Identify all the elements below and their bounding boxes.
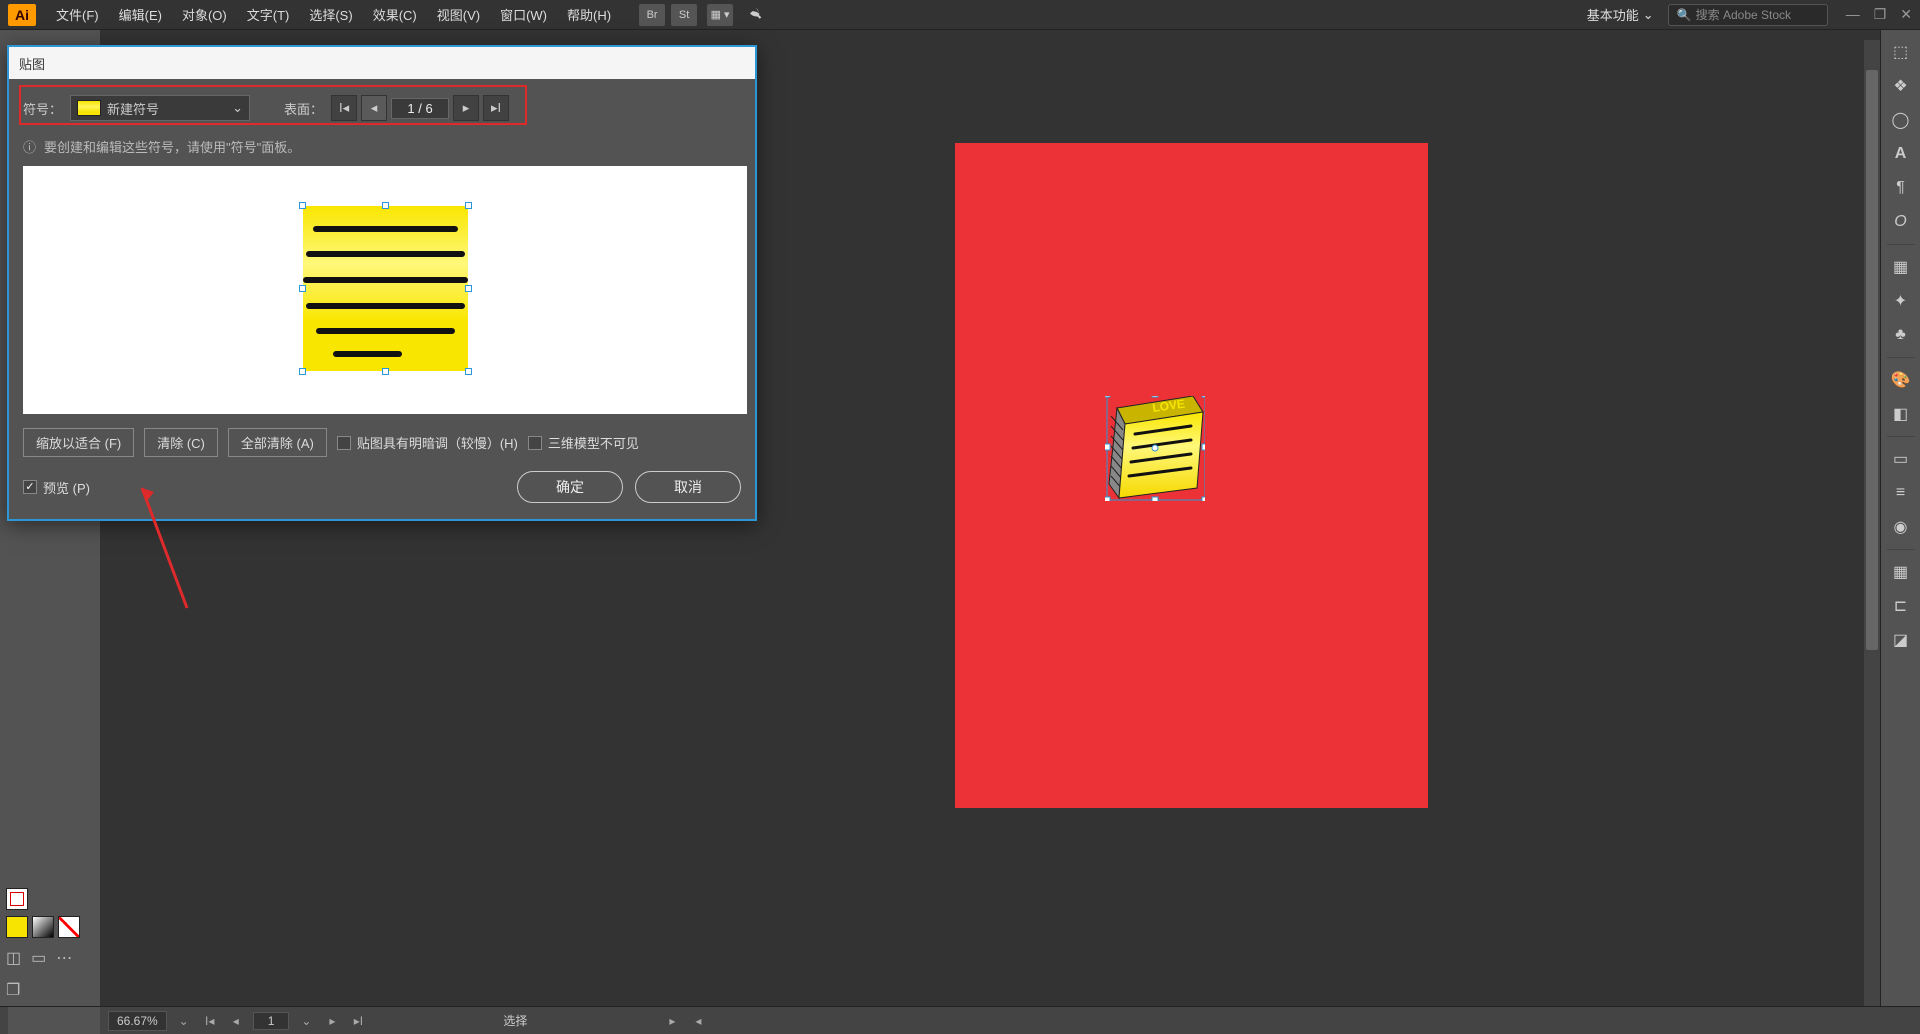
- right-panel-dock: ⬚ ❖ ◯ A ¶ O ▦ ✦ ♣ 🎨 ◧ ▭ ≡ ◉ ▦ ⊏ ◪: [1880, 30, 1920, 1006]
- menu-view[interactable]: 视图(V): [427, 5, 490, 24]
- artboard-dropdown-icon[interactable]: ⌄: [297, 1012, 315, 1030]
- checkbox-checked-icon: [23, 480, 37, 494]
- app-menubar: Ai 文件(F) 编辑(E) 对象(O) 文字(T) 选择(S) 效果(C) 视…: [0, 0, 1920, 30]
- menu-edit[interactable]: 编辑(E): [109, 5, 172, 24]
- search-placeholder: 搜索 Adobe Stock: [1696, 6, 1791, 23]
- screen-mode-switch-icon[interactable]: ❐: [6, 982, 20, 999]
- toolbox-swatches: ◫ ▭ ⋯ ❐: [6, 888, 80, 1000]
- align-panel-icon[interactable]: ⊏: [1887, 592, 1915, 620]
- chevron-down-icon: ⌄: [232, 100, 243, 116]
- zoom-dropdown-icon[interactable]: ⌄: [175, 1012, 193, 1030]
- search-icon: 🔍: [1677, 8, 1692, 22]
- status-bar: 66.67% ⌄ I◂ ◂ 1 ⌄ ▸ ▸I 选择 ▸ ◂: [0, 1006, 1920, 1034]
- face-prev-button[interactable]: ◂: [361, 95, 387, 121]
- screen-mode-normal-icon[interactable]: ◫: [6, 948, 21, 968]
- chevron-down-icon: ⌄: [1643, 7, 1654, 23]
- symbol-label: 符号：: [23, 99, 62, 118]
- transform-panel-icon[interactable]: ▦: [1887, 558, 1915, 586]
- ok-button[interactable]: 确定: [517, 471, 623, 503]
- cancel-button[interactable]: 取消: [635, 471, 741, 503]
- map-art-preview[interactable]: [23, 166, 747, 414]
- face-last-button[interactable]: ▸I: [483, 95, 509, 121]
- zoom-level[interactable]: 66.67%: [108, 1011, 167, 1031]
- menu-effect[interactable]: 效果(C): [363, 5, 427, 24]
- symbol-name: 新建符号: [107, 99, 159, 118]
- screen-mode-full-icon[interactable]: ▭: [31, 948, 46, 968]
- scale-to-fit-button[interactable]: 缩放以适合 (F): [23, 428, 134, 457]
- color-mode-none[interactable]: [58, 916, 80, 938]
- hscroll-left-icon[interactable]: ◂: [689, 1012, 707, 1030]
- window-controls: — ❐ ✕: [1846, 6, 1912, 23]
- gradient-panel-icon[interactable]: ◧: [1887, 400, 1915, 428]
- glyphs-panel-icon[interactable]: O: [1887, 208, 1915, 236]
- status-mode: 选择: [503, 1012, 527, 1029]
- dialog-title: 贴图: [9, 47, 755, 79]
- dialog-info-text: 要创建和编辑这些符号，请使用"符号"面板。: [44, 137, 300, 156]
- clear-button[interactable]: 清除 (C): [144, 428, 218, 457]
- libraries-panel-icon[interactable]: ◯: [1887, 106, 1915, 134]
- stroke-panel-icon[interactable]: ▭: [1887, 445, 1915, 473]
- paragraph-panel-icon[interactable]: ¶: [1887, 174, 1915, 202]
- artboard-number[interactable]: 1: [253, 1012, 290, 1030]
- info-icon: ⓘ: [23, 137, 36, 156]
- artboard-next-icon[interactable]: ▸: [323, 1012, 341, 1030]
- screen-mode-menu-icon[interactable]: ⋯: [56, 948, 72, 968]
- workspace-label: 基本功能: [1587, 5, 1639, 24]
- artboard-first-icon[interactable]: I◂: [201, 1012, 219, 1030]
- preview-checkbox[interactable]: 预览 (P): [23, 478, 90, 497]
- minimize-icon[interactable]: —: [1846, 6, 1860, 23]
- pathfinder-panel-icon[interactable]: ◪: [1887, 626, 1915, 654]
- canvas-vertical-scrollbar[interactable]: [1864, 40, 1880, 1006]
- swatches-panel-icon[interactable]: ♣: [1887, 321, 1915, 349]
- face-label: 表面：: [284, 99, 323, 118]
- stock-icon[interactable]: St: [671, 4, 697, 26]
- 3d-cube-object[interactable]: LOVE: [1105, 396, 1205, 491]
- clear-all-button[interactable]: 全部清除 (A): [228, 428, 327, 457]
- status-play-icon[interactable]: ▸: [663, 1012, 681, 1030]
- bridge-icon[interactable]: Br: [639, 4, 665, 26]
- color-mode-gradient[interactable]: [32, 916, 54, 938]
- menu-file[interactable]: 文件(F): [46, 5, 109, 24]
- restore-icon[interactable]: ❐: [1874, 6, 1887, 23]
- symbol-thumbnail: [77, 100, 101, 116]
- brushes-panel-icon[interactable]: ✦: [1887, 287, 1915, 315]
- symbol-dropdown[interactable]: 新建符号 ⌄: [70, 95, 250, 121]
- artboard-last-icon[interactable]: ▸I: [349, 1012, 367, 1030]
- face-next-button[interactable]: ▸: [453, 95, 479, 121]
- transparency-panel-icon[interactable]: ≡: [1887, 479, 1915, 507]
- menu-type[interactable]: 文字(T): [237, 5, 300, 24]
- stock-search-input[interactable]: 🔍 搜索 Adobe Stock: [1668, 4, 1828, 26]
- symbols-panel-icon[interactable]: ▦: [1887, 253, 1915, 281]
- workspace-switcher[interactable]: 基本功能 ⌄: [1581, 3, 1660, 26]
- gpu-rocket-icon[interactable]: [743, 4, 769, 26]
- map-art-dialog: 贴图 符号： 新建符号 ⌄ 表面： I◂ ◂ 1 / 6 ▸ ▸I: [7, 45, 757, 521]
- layers-panel-icon[interactable]: ❖: [1887, 72, 1915, 100]
- face-first-button[interactable]: I◂: [331, 95, 357, 121]
- face-counter: 1 / 6: [391, 98, 449, 119]
- arrange-documents-icon[interactable]: ▦ ▾: [707, 4, 733, 26]
- checkbox-unchecked-icon: [528, 436, 542, 450]
- app-logo: Ai: [8, 4, 36, 26]
- fill-swatch[interactable]: [6, 888, 28, 910]
- cube-panel-icon[interactable]: ⬚: [1887, 38, 1915, 66]
- menu-object[interactable]: 对象(O): [172, 5, 237, 24]
- character-panel-icon[interactable]: A: [1887, 140, 1915, 168]
- checkbox-unchecked-icon: [337, 436, 351, 450]
- artboard: LOVE: [955, 143, 1428, 808]
- color-mode-solid[interactable]: [6, 916, 28, 938]
- close-icon[interactable]: ✕: [1900, 6, 1912, 23]
- menu-select[interactable]: 选择(S): [299, 5, 362, 24]
- artboard-prev-icon[interactable]: ◂: [227, 1012, 245, 1030]
- menu-help[interactable]: 帮助(H): [557, 5, 621, 24]
- preview-symbol-artwork[interactable]: [303, 206, 468, 371]
- menu-window[interactable]: 窗口(W): [490, 5, 557, 24]
- invisible-geometry-checkbox[interactable]: 三维模型不可见: [528, 433, 639, 452]
- appearance-panel-icon[interactable]: ◉: [1887, 513, 1915, 541]
- shade-checkbox[interactable]: 贴图具有明暗调（较慢）(H): [337, 433, 518, 452]
- color-panel-icon[interactable]: 🎨: [1887, 366, 1915, 394]
- face-navigator: I◂ ◂ 1 / 6 ▸ ▸I: [331, 95, 509, 121]
